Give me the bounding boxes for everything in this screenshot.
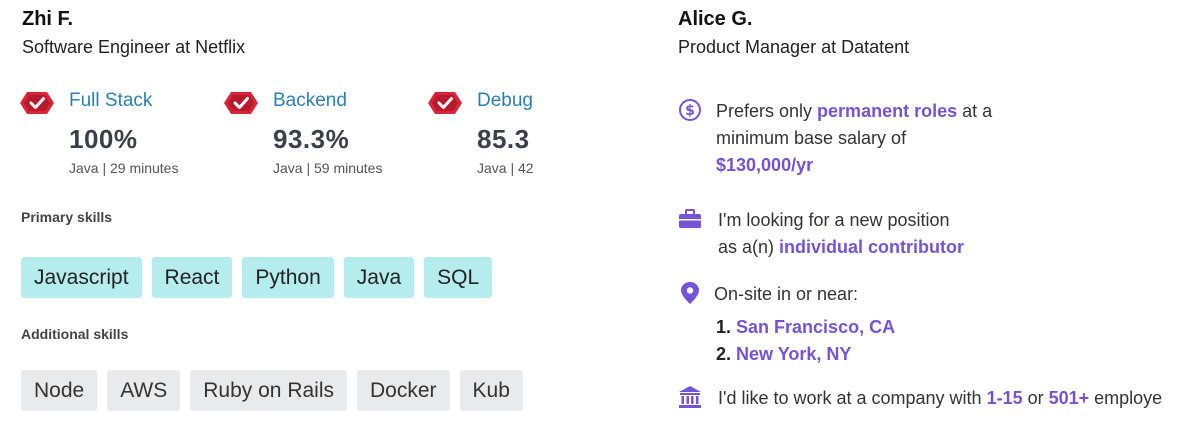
assessment-title: Backend <box>273 90 347 111</box>
skill-chip[interactable]: Kub <box>459 370 523 411</box>
svg-text:$: $ <box>685 103 695 119</box>
assessment-score: 100% <box>69 124 138 154</box>
location-item[interactable]: 1. San Francisco, CA <box>716 314 895 341</box>
additional-skills-label: Additional skills <box>21 326 129 342</box>
candidate-card-alice: Alice G. Product Manager at Datatent $ P… <box>660 0 1200 432</box>
assessment-meta: Java | 42 <box>477 160 534 176</box>
location-label: On-site in or near: <box>714 284 859 304</box>
city-name: San Francisco, CA <box>736 317 896 337</box>
assessment-title: Full Stack <box>69 90 153 111</box>
assessment-score: 93.3% <box>273 124 350 154</box>
additional-skills-list: Node AWS Ruby on Rails Docker Kub <box>21 370 533 411</box>
position-text: I'm looking for a new position as a(n) i… <box>718 210 965 257</box>
position-type-highlight: individual contributor <box>779 237 965 257</box>
verified-badge-icon <box>20 92 54 114</box>
candidate-card-zhi: Zhi F. Software Engineer at Netflix Full… <box>0 0 540 432</box>
skill-chip[interactable]: SQL <box>424 257 493 298</box>
map-pin-icon <box>681 282 699 304</box>
location-item[interactable]: 2. New York, NY <box>716 341 895 368</box>
skill-chip[interactable]: Docker <box>357 370 450 411</box>
salary-text: Prefers only permanent roles at a minimu… <box>716 101 993 175</box>
assessment-debug[interactable]: Debug 85.3 Java | 42 <box>428 88 540 184</box>
salary-amount: $130,000/yr <box>716 155 814 175</box>
company-size-text: I'd like to work at a company with 1-15 … <box>718 388 1163 408</box>
skill-chip[interactable]: React <box>151 257 233 298</box>
assessment-meta: Java | 59 minutes <box>273 160 383 176</box>
city-name: New York, NY <box>736 344 852 364</box>
skill-chip[interactable]: Java <box>343 257 415 298</box>
company-size-option: 501+ <box>1048 388 1090 408</box>
assessment-full-stack[interactable]: Full Stack 100% Java | 29 minutes <box>20 88 220 184</box>
candidate-role: Product Manager at Datatent <box>678 37 910 57</box>
skill-chip[interactable]: AWS <box>107 370 181 411</box>
skill-chip[interactable]: Node <box>21 370 98 411</box>
candidate-comparison: Zhi F. Software Engineer at Netflix Full… <box>0 0 1200 432</box>
skill-chip[interactable]: Python <box>242 257 334 298</box>
building-icon <box>679 386 701 408</box>
skill-chip[interactable]: Javascript <box>21 257 142 298</box>
candidate-name: Alice G. <box>678 8 753 30</box>
dollar-circle-icon: $ <box>679 99 701 121</box>
company-size-option: 1-15 <box>986 388 1023 408</box>
verified-badge-icon <box>224 92 258 114</box>
candidate-role: Software Engineer at Netflix <box>22 37 246 57</box>
location-list: 1. San Francisco, CA 2. New York, NY <box>716 314 895 368</box>
briefcase-icon <box>679 209 701 228</box>
assessment-score: 85.3 <box>477 124 530 154</box>
role-type-highlight: permanent roles <box>817 101 958 121</box>
assessment-backend[interactable]: Backend 93.3% Java | 59 minutes <box>224 88 424 184</box>
skill-chip[interactable]: Ruby on Rails <box>190 370 347 411</box>
verified-badge-icon <box>428 92 462 114</box>
assessment-title: Debug <box>477 90 533 111</box>
candidate-name: Zhi F. <box>22 8 74 30</box>
assessment-row: Full Stack 100% Java | 29 minutes Backen… <box>20 88 540 188</box>
primary-skills-list: Javascript React Python Java SQL <box>21 257 502 298</box>
assessment-meta: Java | 29 minutes <box>69 160 179 176</box>
primary-skills-label: Primary skills <box>21 209 113 225</box>
